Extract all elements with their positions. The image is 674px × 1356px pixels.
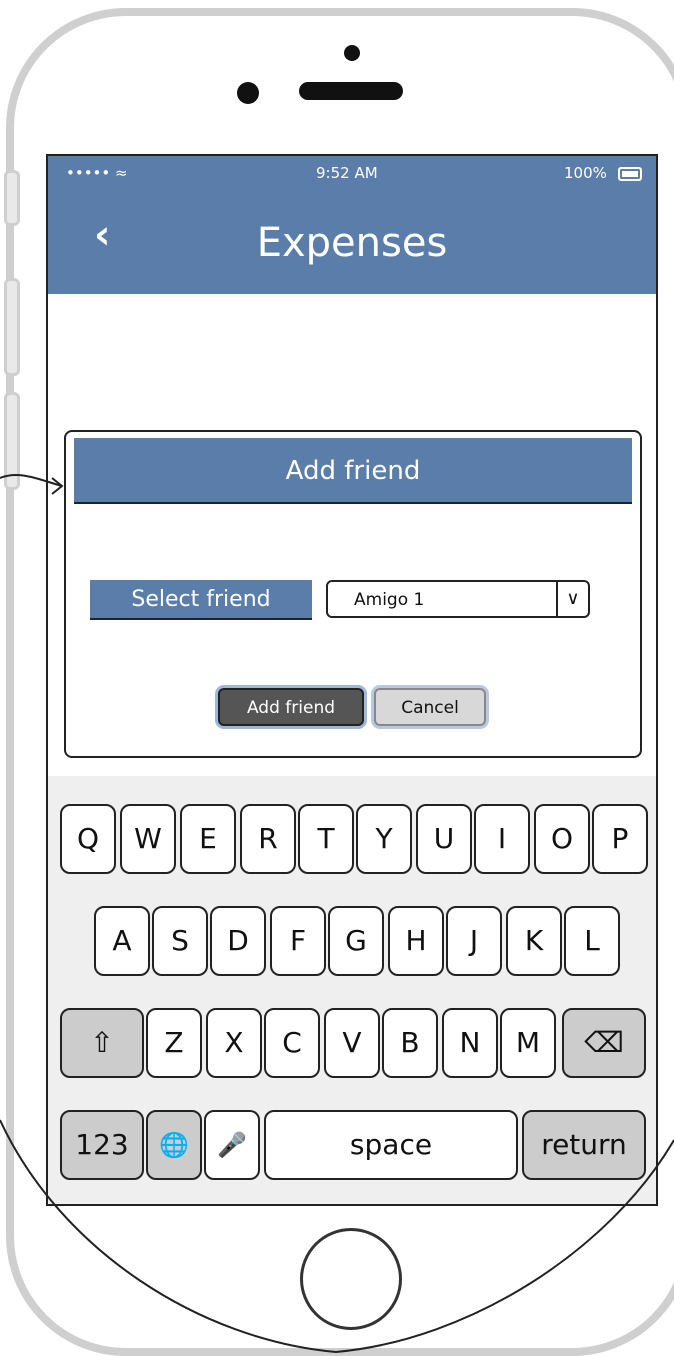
numbers-key[interactable]: 123 bbox=[60, 1110, 144, 1180]
key-e[interactable]: E bbox=[180, 804, 236, 874]
battery-percent: 100% bbox=[564, 164, 607, 182]
battery-icon bbox=[617, 166, 642, 181]
proximity-sensor bbox=[237, 82, 259, 104]
select-friend-label: Select friend bbox=[90, 580, 312, 620]
phone-screen: ••••• ≈ 9:52 AM 100% ‹ Expenses Add frie… bbox=[46, 154, 658, 1206]
key-f[interactable]: F bbox=[270, 906, 326, 976]
key-y[interactable]: Y bbox=[356, 804, 412, 874]
front-camera bbox=[344, 45, 360, 61]
key-l[interactable]: L bbox=[564, 906, 620, 976]
volume-down-button bbox=[4, 392, 20, 490]
key-x[interactable]: X bbox=[206, 1008, 262, 1078]
key-q[interactable]: Q bbox=[60, 804, 116, 874]
shift-icon[interactable]: ⇧ bbox=[60, 1008, 144, 1078]
status-bar: ••••• ≈ 9:52 AM 100% bbox=[48, 156, 656, 192]
home-button[interactable] bbox=[300, 1228, 402, 1330]
backspace-icon[interactable]: ⌫ bbox=[562, 1008, 646, 1078]
key-w[interactable]: W bbox=[120, 804, 176, 874]
friend-select[interactable]: Amigo 1 ∨ bbox=[326, 580, 590, 618]
key-a[interactable]: A bbox=[94, 906, 150, 976]
key-u[interactable]: U bbox=[416, 804, 472, 874]
key-d[interactable]: D bbox=[210, 906, 266, 976]
key-g[interactable]: G bbox=[328, 906, 384, 976]
key-h[interactable]: H bbox=[388, 906, 444, 976]
key-j[interactable]: J bbox=[446, 906, 502, 976]
key-n[interactable]: N bbox=[442, 1008, 498, 1078]
cancel-button[interactable]: Cancel bbox=[374, 688, 486, 726]
keyboard: Q W E R T Y U I O P A S D F G H J K L ⇧ … bbox=[48, 776, 656, 1204]
friend-select-value: Amigo 1 bbox=[354, 590, 425, 610]
add-friend-button[interactable]: Add friend bbox=[218, 688, 364, 726]
microphone-icon[interactable]: 🎤 bbox=[204, 1110, 260, 1180]
mute-switch bbox=[4, 170, 20, 226]
add-friend-dialog: Add friend Select friend Amigo 1 ∨ Add f… bbox=[64, 430, 642, 758]
battery-status: 100% bbox=[564, 164, 642, 182]
globe-icon[interactable]: 🌐 bbox=[146, 1110, 202, 1180]
space-key[interactable]: space bbox=[264, 1110, 518, 1180]
return-key[interactable]: return bbox=[522, 1110, 646, 1180]
key-b[interactable]: B bbox=[382, 1008, 438, 1078]
nav-bar: ••••• ≈ 9:52 AM 100% ‹ Expenses bbox=[48, 156, 656, 294]
key-t[interactable]: T bbox=[298, 804, 354, 874]
key-p[interactable]: P bbox=[592, 804, 648, 874]
key-o[interactable]: O bbox=[534, 804, 590, 874]
key-v[interactable]: V bbox=[324, 1008, 380, 1078]
key-r[interactable]: R bbox=[240, 804, 296, 874]
page-title: Expenses bbox=[256, 220, 448, 266]
key-m[interactable]: M bbox=[500, 1008, 556, 1078]
status-time: 9:52 AM bbox=[316, 164, 378, 182]
key-i[interactable]: I bbox=[474, 804, 530, 874]
earpiece-speaker bbox=[299, 82, 403, 100]
key-k[interactable]: K bbox=[506, 906, 562, 976]
key-s[interactable]: S bbox=[152, 906, 208, 976]
carrier-signal: ••••• ≈ bbox=[66, 164, 128, 182]
chevron-down-icon[interactable]: ∨ bbox=[556, 582, 588, 616]
volume-up-button bbox=[4, 278, 20, 376]
key-c[interactable]: C bbox=[264, 1008, 320, 1078]
dialog-title: Add friend bbox=[74, 438, 632, 504]
key-z[interactable]: Z bbox=[146, 1008, 202, 1078]
